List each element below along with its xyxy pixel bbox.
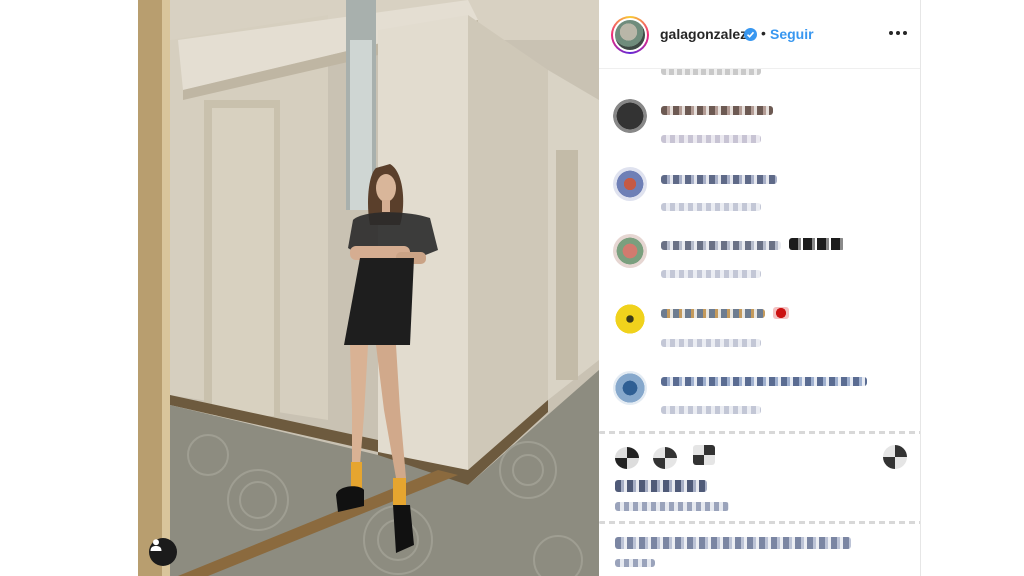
hallway-photo-illustration <box>138 0 599 576</box>
comment-meta <box>661 339 761 347</box>
comment-icon[interactable] <box>653 447 677 469</box>
comment-text <box>661 377 867 386</box>
likes-count <box>615 480 707 492</box>
comment-text <box>661 241 781 250</box>
divider <box>599 431 920 434</box>
comment-meta <box>661 203 761 211</box>
comment-avatar[interactable] <box>613 99 647 133</box>
comment-text <box>661 175 777 184</box>
comment-emoji <box>773 307 789 319</box>
bookmark-icon[interactable] <box>883 445 907 469</box>
comment-avatar[interactable] <box>613 302 647 336</box>
verified-badge-icon <box>744 28 757 41</box>
post-side-panel: galagonzalez • Seguir <box>599 0 921 576</box>
comment-text <box>661 106 773 115</box>
user-tag-button[interactable] <box>149 538 177 566</box>
comment-meta <box>661 135 761 143</box>
comment-avatar[interactable] <box>613 167 647 201</box>
post-photo[interactable] <box>138 0 599 576</box>
post-header: galagonzalez • Seguir <box>599 0 920 69</box>
username-link[interactable]: galagonzalez <box>660 26 747 42</box>
avatar[interactable] <box>611 16 649 54</box>
divider <box>599 521 920 524</box>
follow-button[interactable]: Seguir <box>770 26 814 42</box>
separator-dot: • <box>761 25 766 41</box>
share-icon[interactable] <box>693 445 715 465</box>
comment-text <box>661 309 765 318</box>
comment-meta <box>661 270 761 278</box>
comment-meta <box>661 406 761 414</box>
like-icon[interactable] <box>615 447 639 469</box>
ellipsis-icon[interactable] <box>889 22 909 42</box>
comment-avatar[interactable] <box>613 371 647 405</box>
person-icon <box>150 539 162 551</box>
comment-emoji <box>789 238 845 250</box>
post-timestamp <box>615 502 729 511</box>
comment-avatar[interactable] <box>613 234 647 268</box>
add-comment-input[interactable] <box>615 537 851 549</box>
add-comment-input-line2 <box>615 559 655 567</box>
avatar-image <box>615 20 645 50</box>
comments-list <box>599 67 920 576</box>
